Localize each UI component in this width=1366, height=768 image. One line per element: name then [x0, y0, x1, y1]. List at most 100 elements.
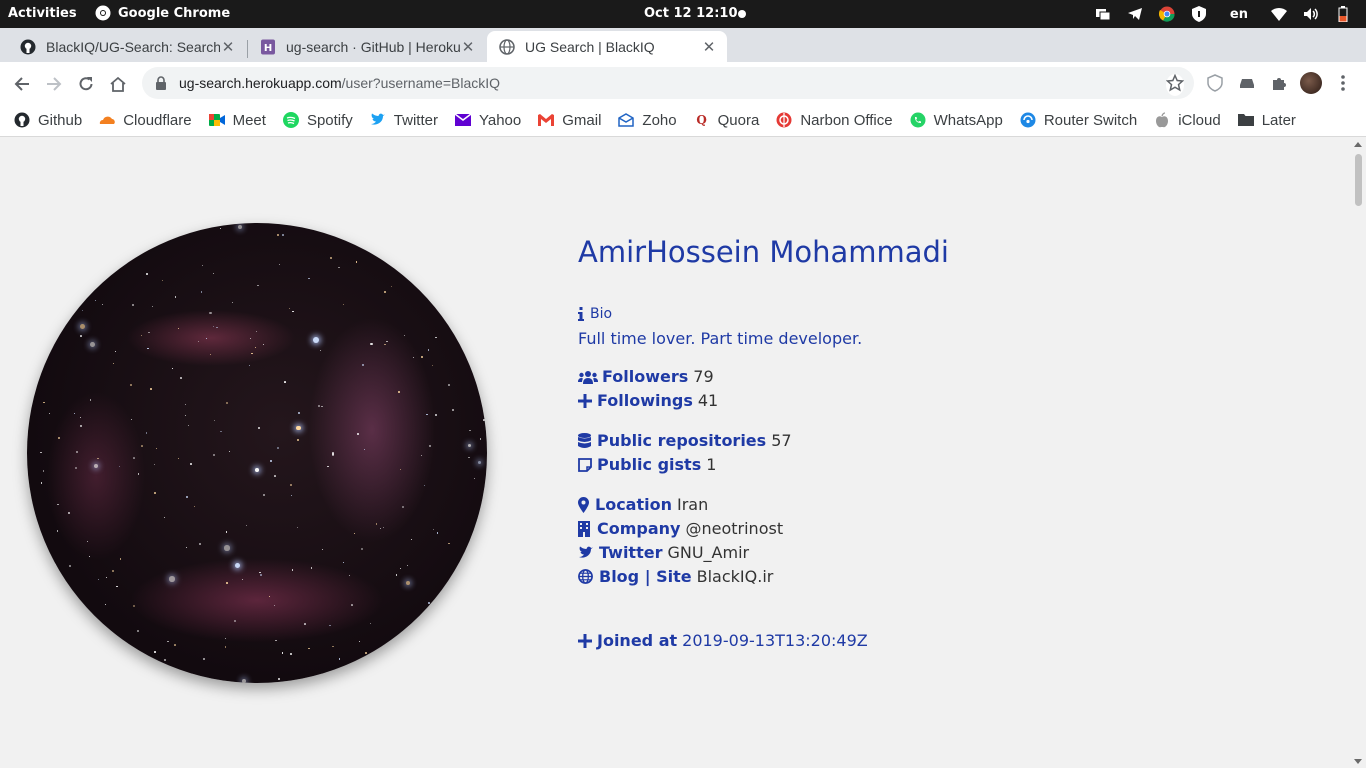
tab-heroku[interactable]: H ug-search · GitHub | Heroku ✕ — [248, 31, 486, 62]
avatar-star — [56, 530, 58, 532]
blog-label[interactable]: Blog | Site — [599, 567, 692, 586]
avatar-star — [155, 447, 157, 449]
profile-avatar[interactable] — [1300, 72, 1322, 94]
avatar-star — [172, 367, 174, 369]
scroll-up-arrow-icon[interactable] — [1354, 142, 1362, 147]
url-text[interactable]: ug-search.herokuapp.com/user?username=Bl… — [179, 75, 500, 91]
tab-title: BlackIQ/UG-Search: Search — [46, 38, 220, 55]
bookmark-icloud[interactable]: iCloud — [1154, 112, 1221, 129]
forward-icon[interactable] — [42, 72, 66, 96]
bookmark-cloudflare[interactable]: Cloudflare — [99, 111, 192, 129]
battery-icon[interactable] — [1334, 5, 1352, 23]
avatar-star — [246, 524, 248, 526]
close-icon[interactable]: ✕ — [701, 38, 717, 56]
activities-button[interactable]: Activities — [8, 6, 77, 21]
joined-label: Joined at — [597, 631, 678, 650]
clock[interactable]: Oct 12 12:10 — [644, 6, 738, 21]
github-icon — [14, 112, 30, 128]
page-scrollbar[interactable] — [1350, 138, 1366, 768]
tab-ug-search[interactable]: UG Search | BlackIQ ✕ — [487, 31, 727, 62]
avatar-star — [42, 470, 45, 472]
bookmark-gmail[interactable]: Gmail — [538, 112, 601, 129]
car-extension-icon[interactable] — [1236, 72, 1258, 94]
avatar-star — [75, 467, 78, 470]
home-icon[interactable] — [106, 72, 130, 96]
avatar-star — [433, 529, 435, 531]
back-icon[interactable] — [10, 72, 34, 96]
telegram-icon[interactable] — [1126, 5, 1144, 23]
bookmark-later[interactable]: Later — [1237, 112, 1296, 129]
volume-icon[interactable] — [1302, 5, 1320, 23]
tab-title: ug-search · GitHub | Heroku — [286, 38, 460, 55]
chrome-icon — [95, 5, 111, 21]
system-tray[interactable]: en — [1094, 4, 1352, 24]
bookmark-twitter[interactable]: Twitter — [370, 112, 438, 129]
bookmark-router-switch[interactable]: Router Switch — [1020, 112, 1137, 129]
menu-kebab-icon[interactable] — [1332, 72, 1354, 94]
avatar-star — [201, 264, 204, 267]
avatar-star — [376, 523, 378, 525]
bookmark-label: Cloudflare — [123, 111, 192, 129]
avatar-star — [391, 230, 394, 233]
avatar-star — [382, 527, 384, 529]
system-top-bar: Activities Google Chrome Oct 12 12:10 en — [0, 0, 1366, 28]
avatar-star — [169, 576, 175, 582]
database-icon — [578, 432, 596, 449]
language-indicator[interactable]: en — [1230, 5, 1248, 23]
avatar-star — [390, 285, 392, 288]
chrome-tray-icon[interactable] — [1158, 5, 1176, 23]
bookmark-spotify[interactable]: Spotify — [282, 112, 353, 129]
wifi-icon[interactable] — [1270, 5, 1288, 23]
avatar-star — [386, 340, 388, 342]
users-icon — [578, 369, 600, 385]
avatar-star — [446, 657, 448, 659]
close-icon[interactable]: ✕ — [460, 38, 476, 56]
gists-label[interactable]: Public gists — [597, 455, 701, 474]
avatar-star — [269, 459, 272, 462]
scrollbar-thumb[interactable] — [1355, 154, 1362, 206]
avatar-star — [97, 457, 99, 459]
blog-url[interactable]: BlackIQ.ir — [697, 567, 774, 586]
twitter-label[interactable]: Twitter — [599, 543, 662, 562]
avatar-star — [268, 596, 270, 598]
avatar-star — [348, 574, 351, 577]
lock-icon[interactable] — [154, 76, 168, 90]
puzzle-icon[interactable] — [1268, 72, 1290, 94]
avatar-star — [65, 592, 68, 595]
avatar-star — [105, 676, 107, 678]
brave-shield-icon[interactable] — [1204, 72, 1226, 94]
bookmark-whatsapp[interactable]: WhatsApp — [910, 112, 1003, 129]
shield-icon[interactable] — [1190, 5, 1208, 23]
reload-icon[interactable] — [74, 72, 98, 96]
avatar-star — [242, 579, 243, 581]
bookmark-meet[interactable]: Meet — [208, 112, 266, 129]
followers-label[interactable]: Followers — [602, 367, 688, 386]
avatar-star — [296, 527, 298, 529]
repos-label[interactable]: Public repositories — [597, 431, 766, 450]
bookmark-narbon-office[interactable]: Narbon Office — [776, 112, 893, 129]
avatar-star — [332, 454, 334, 456]
bookmark-quora[interactable]: Q Quora — [694, 112, 759, 129]
twitter-handle[interactable]: GNU_Amir — [667, 543, 749, 562]
avatar-star — [113, 666, 116, 668]
avatar-star — [119, 465, 121, 467]
bookmark-star-icon[interactable] — [1165, 73, 1185, 96]
followings-label[interactable]: Followings — [597, 391, 693, 410]
avatar-star — [180, 377, 183, 379]
close-icon[interactable]: ✕ — [220, 38, 236, 56]
tab-github[interactable]: BlackIQ/UG-Search: Search ✕ — [8, 31, 246, 62]
clipboard-icon[interactable] — [1094, 5, 1112, 23]
address-bar[interactable]: ug-search.herokuapp.com/user?username=Bl… — [142, 67, 1194, 99]
folder-icon — [1237, 112, 1254, 128]
app-menu[interactable]: Google Chrome — [95, 5, 230, 21]
avatar-star — [89, 399, 92, 402]
avatar-star — [355, 230, 357, 232]
avatar-star — [321, 406, 323, 408]
bookmark-yahoo[interactable]: Yahoo — [454, 112, 521, 129]
avatar-star — [257, 284, 260, 287]
avatar-star — [322, 548, 324, 551]
avatar-star — [291, 568, 294, 571]
scroll-down-arrow-icon[interactable] — [1354, 759, 1362, 764]
bookmark-zoho[interactable]: Zoho — [618, 112, 677, 129]
bookmark-github[interactable]: Github — [14, 112, 82, 129]
